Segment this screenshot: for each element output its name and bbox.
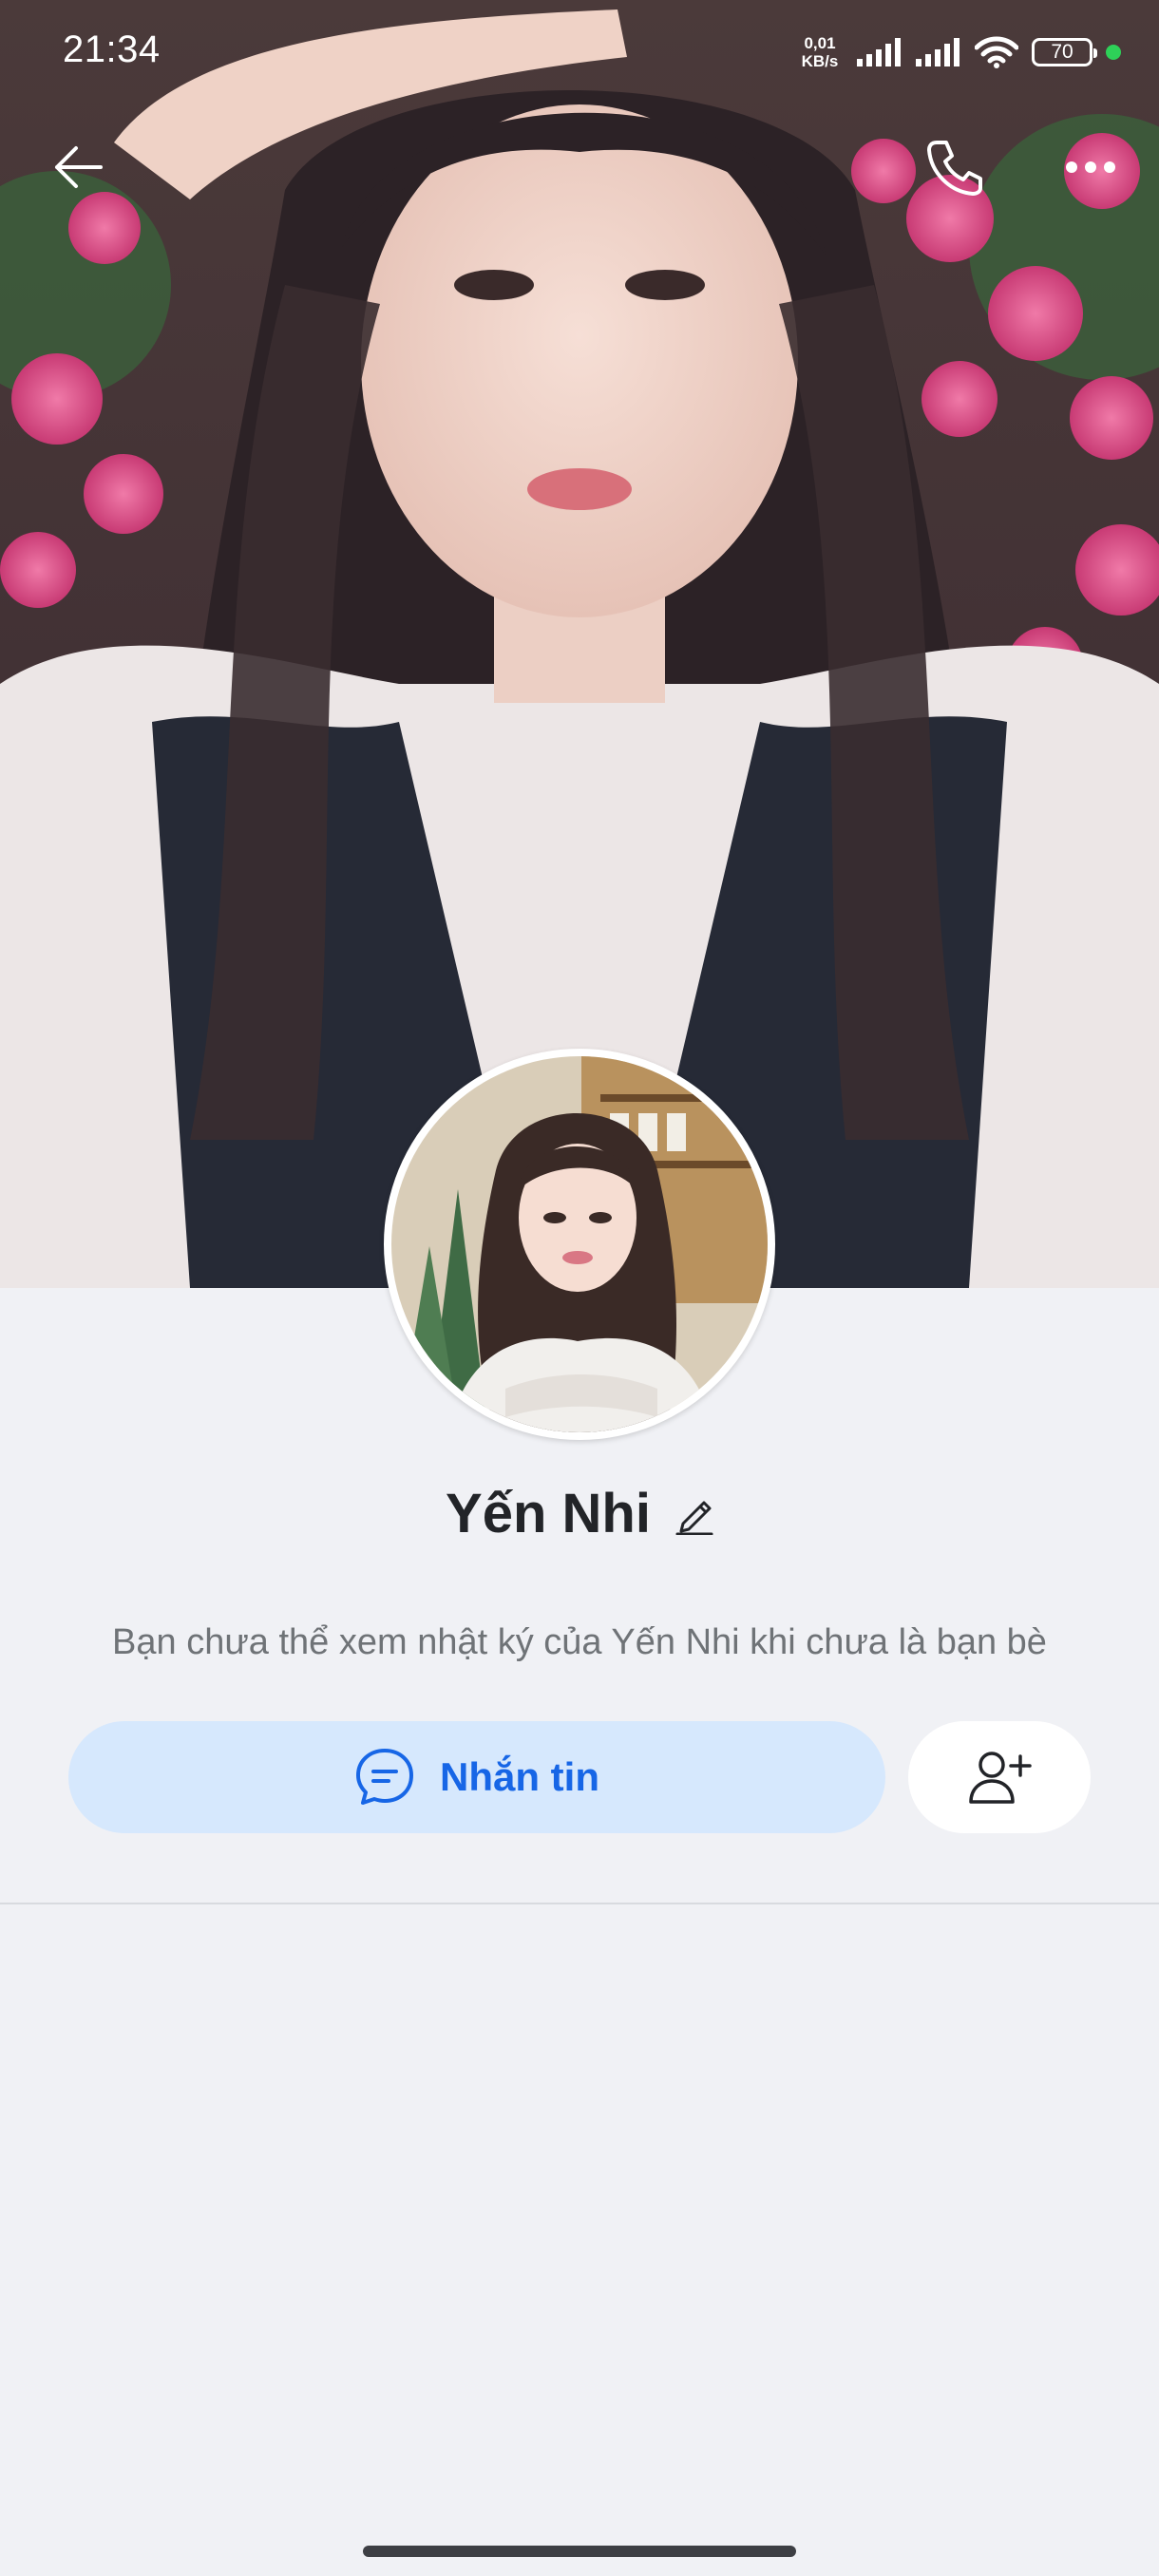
- signal-icon-2: [916, 38, 960, 66]
- network-speed-unit: KB/s: [801, 52, 839, 70]
- arrow-left-icon: [55, 146, 103, 188]
- add-friend-button[interactable]: [908, 1721, 1091, 1833]
- home-indicator[interactable]: [363, 2546, 796, 2557]
- network-speed-value: 0,01: [804, 34, 836, 52]
- avatar-image: [391, 1056, 768, 1432]
- chat-bubble-icon: [356, 1749, 413, 1805]
- more-horizontal-icon: [1066, 161, 1115, 173]
- profile-avatar[interactable]: [384, 1049, 775, 1440]
- friend-diary-notice: Bạn chưa thể xem nhật ký của Yến Nhi khi…: [112, 1622, 1047, 1662]
- battery-indicator: 70: [1032, 38, 1097, 66]
- signal-icon: [857, 38, 901, 66]
- add-user-icon: [969, 1752, 1032, 1804]
- battery-level: 70: [1051, 41, 1074, 63]
- phone-icon: [927, 141, 982, 196]
- pencil-icon[interactable]: [675, 1493, 713, 1535]
- profile-name-row: Yến Nhi: [0, 1482, 1159, 1545]
- wifi-icon: [975, 36, 1018, 68]
- status-time: 21:34: [63, 28, 161, 70]
- network-speed: 0,01 KB/s: [796, 34, 844, 70]
- back-button[interactable]: [32, 122, 124, 213]
- profile-name: Yến Nhi: [446, 1483, 651, 1544]
- message-button-label: Nhắn tin: [440, 1754, 599, 1799]
- section-divider: [0, 1903, 1159, 1904]
- call-button[interactable]: [908, 122, 999, 213]
- more-options-button[interactable]: [1045, 122, 1136, 213]
- status-bar: 21:34 0,01 KB/s 70: [0, 0, 1159, 106]
- status-icons: 0,01 KB/s 70: [796, 28, 1121, 76]
- message-button[interactable]: Nhắn tin: [68, 1721, 885, 1833]
- privacy-indicator-dot: [1106, 45, 1121, 60]
